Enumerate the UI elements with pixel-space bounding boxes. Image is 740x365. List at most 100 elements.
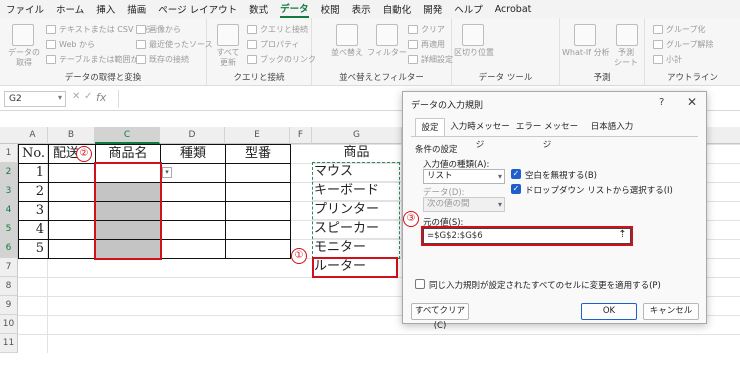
column-header-b[interactable]: B	[48, 127, 95, 144]
cell-b6[interactable]	[48, 239, 96, 259]
tab-page-layout[interactable]: ページ レイアウト	[158, 2, 237, 16]
close-icon[interactable]: ✕	[687, 95, 697, 109]
ribbon-properties[interactable]: プロパティ	[247, 39, 300, 50]
cell-e4[interactable]	[225, 201, 291, 221]
cell-d5[interactable]	[160, 220, 226, 240]
ok-button[interactable]: OK	[581, 303, 637, 320]
help-icon[interactable]: ?	[659, 97, 664, 108]
cell-e5[interactable]	[225, 220, 291, 240]
ribbon-table-range[interactable]: テーブルまたは範囲から	[46, 54, 147, 65]
row-header-2[interactable]: 2	[0, 163, 18, 182]
cell-a1[interactable]: No.	[18, 144, 49, 164]
forecast-sheet-button[interactable]: 予測 シート	[610, 48, 642, 68]
tab-draw[interactable]: 描画	[127, 2, 146, 16]
column-header-c[interactable]: C	[95, 127, 160, 144]
tab-formulas[interactable]: 数式	[249, 2, 268, 16]
tab-automate[interactable]: 自動化	[383, 2, 412, 16]
cell-d2[interactable]	[160, 163, 226, 183]
tab-review[interactable]: 校閲	[321, 2, 340, 16]
tab-input-message[interactable]: 入力時メッセージ	[449, 118, 511, 150]
refresh-all-button[interactable]: すべて 更新	[209, 48, 247, 68]
clear-all-button[interactable]: すべてクリア(C)	[411, 303, 469, 331]
row-header-10[interactable]: 10	[0, 315, 18, 334]
ribbon-group[interactable]: グループ化	[653, 24, 706, 35]
row-header-6[interactable]: 6	[0, 239, 18, 258]
apply-all-checkbox[interactable]	[415, 279, 425, 289]
group-get-data: データの 取得 テキストまたは CSV から Web から テーブルまたは範囲か…	[0, 18, 213, 86]
cell-e1[interactable]: 型番	[225, 144, 291, 164]
sort-button[interactable]: 並べ替え	[326, 48, 368, 58]
row-header-1[interactable]: 1	[0, 144, 18, 163]
cell-a3[interactable]: 2	[18, 182, 49, 202]
ribbon-recent-sources[interactable]: 最近使ったソース	[136, 39, 213, 50]
name-box[interactable]: G2	[4, 91, 66, 107]
ribbon-advanced[interactable]: 詳細設定	[408, 54, 453, 65]
cell-c1[interactable]: 商品名	[95, 144, 161, 164]
cell-e6[interactable]	[225, 239, 291, 259]
cell-d4[interactable]	[160, 201, 226, 221]
in-cell-dropdown-checkbox[interactable]: ✓	[511, 184, 521, 194]
allow-select[interactable]: リスト ▾	[423, 169, 505, 184]
tab-help[interactable]: ヘルプ	[454, 2, 483, 16]
tab-developer[interactable]: 開発	[423, 2, 442, 16]
column-header-f[interactable]: F	[290, 127, 312, 144]
cell-a6[interactable]: 5	[18, 239, 49, 259]
cell-b4[interactable]	[48, 201, 96, 221]
tab-home[interactable]: ホーム	[56, 2, 84, 16]
ignore-blank-checkbox[interactable]: ✓	[511, 169, 521, 179]
row-header-7[interactable]: 7	[0, 258, 18, 277]
tab-error-alert[interactable]: エラー メッセージ	[515, 118, 579, 150]
filter-button[interactable]: フィルター	[366, 48, 408, 58]
refresh-all-icon	[217, 24, 239, 46]
column-header-g[interactable]: G	[312, 127, 402, 144]
ribbon-ungroup[interactable]: グループ解除	[653, 39, 714, 50]
tab-ime-mode[interactable]: 日本語入力	[583, 118, 641, 136]
row-header-9[interactable]: 9	[0, 296, 18, 315]
row-header-8[interactable]: 8	[0, 277, 18, 296]
ribbon-reapply[interactable]: 再適用	[408, 39, 445, 50]
name-box-dropdown-icon[interactable]: ▾	[58, 93, 62, 102]
get-data-button[interactable]: データの 取得	[4, 48, 44, 68]
cancel-icon[interactable]: ✕	[72, 91, 80, 102]
ribbon: データの 取得 テキストまたは CSV から Web から テーブルまたは範囲か…	[0, 18, 740, 86]
formula-input[interactable]	[122, 91, 402, 107]
enter-icon[interactable]: ✓	[84, 91, 92, 102]
ribbon-workbook-links[interactable]: ブックのリンク	[247, 54, 316, 65]
ribbon-from-picture[interactable]: 画像から	[136, 24, 181, 35]
ribbon-queries-connections[interactable]: クエリと接続	[247, 24, 308, 35]
cell-e2[interactable]	[225, 163, 291, 183]
row-header-5[interactable]: 5	[0, 220, 18, 239]
chevron-down-icon: ▾	[497, 200, 502, 209]
ribbon-existing-connections[interactable]: 既存の接続	[136, 54, 189, 65]
text-to-columns-button[interactable]: 区切り位置	[452, 48, 496, 58]
tab-data[interactable]: データ	[280, 1, 309, 18]
ribbon-subtotal[interactable]: 小計	[653, 54, 682, 65]
cell-a4[interactable]: 3	[18, 201, 49, 221]
cell-e3[interactable]	[225, 182, 291, 202]
row-header-3[interactable]: 3	[0, 182, 18, 201]
row-header-11[interactable]: 11	[0, 334, 18, 353]
cell-g1[interactable]: 商品	[312, 144, 402, 163]
column-header-d[interactable]: D	[160, 127, 225, 144]
cell-b3[interactable]	[48, 182, 96, 202]
ribbon-web[interactable]: Web から	[46, 39, 95, 50]
column-header-a[interactable]: A	[18, 127, 48, 144]
insert-function-icon[interactable]: fx	[96, 91, 106, 104]
cell-d3[interactable]	[160, 182, 226, 202]
what-if-button[interactable]: What-If 分析	[562, 48, 610, 58]
cell-b2[interactable]	[48, 163, 96, 183]
column-header-e[interactable]: E	[225, 127, 290, 144]
cell-b5[interactable]	[48, 220, 96, 240]
tab-insert[interactable]: 挿入	[96, 2, 115, 16]
row-header-4[interactable]: 4	[0, 201, 18, 220]
tab-view[interactable]: 表示	[352, 2, 371, 16]
cell-d1[interactable]: 種類	[160, 144, 226, 164]
cell-a2[interactable]: 1	[18, 163, 49, 183]
tab-settings[interactable]: 設定	[415, 118, 445, 136]
tab-file[interactable]: ファイル	[6, 2, 44, 16]
ribbon-clear[interactable]: クリア	[408, 24, 445, 35]
cell-a5[interactable]: 4	[18, 220, 49, 240]
cancel-button[interactable]: キャンセル	[643, 303, 699, 320]
cell-d6[interactable]	[160, 239, 226, 259]
tab-acrobat[interactable]: Acrobat	[495, 4, 532, 15]
